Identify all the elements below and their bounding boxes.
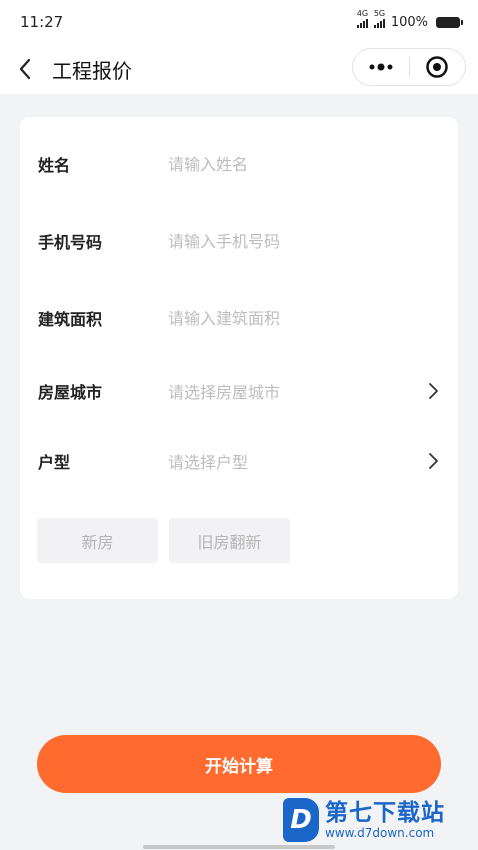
signal-4g-icon: 4G	[356, 9, 368, 28]
phone-row: 手机号码	[20, 221, 458, 261]
battery-icon	[436, 16, 463, 28]
start-calculation-button[interactable]: 开始计算	[37, 735, 441, 793]
city-select-row[interactable]: 房屋城市 请选择房屋城市	[20, 371, 458, 411]
area-input[interactable]	[168, 301, 398, 335]
city-select-placeholder: 请选择房屋城市	[168, 383, 281, 402]
watermark: D 第七下载站 www.d7down.com	[283, 798, 445, 842]
area-row: 建筑面积	[20, 298, 458, 338]
name-row: 姓名	[20, 144, 458, 184]
close-mini-program-button[interactable]	[410, 49, 466, 85]
watermark-title: 第七下载站	[325, 800, 445, 826]
area-label: 建筑面积	[38, 310, 103, 329]
quote-form-card: 姓名 手机号码 建筑面积 房屋城市 请选择房屋城市 户型 请选择户型 新房 旧房…	[20, 117, 458, 599]
back-button[interactable]	[0, 44, 50, 94]
mini-program-capsule	[352, 48, 466, 86]
name-label: 姓名	[38, 156, 71, 175]
new-house-option[interactable]: 新房	[37, 518, 158, 563]
target-circle-icon	[426, 56, 448, 78]
watermark-text: 第七下载站 www.d7down.com	[325, 800, 445, 840]
signal-5g-icon: 5G	[373, 9, 385, 28]
more-dots-icon	[369, 63, 393, 71]
layout-label: 户型	[38, 453, 71, 472]
city-label: 房屋城市	[38, 383, 103, 402]
name-input[interactable]	[168, 147, 398, 181]
battery-percent: 100%	[390, 14, 428, 30]
layout-select-row[interactable]: 户型 请选择户型	[20, 441, 458, 481]
chevron-left-icon	[19, 58, 31, 80]
watermark-url: www.d7down.com	[325, 826, 435, 840]
page-title: 工程报价	[52, 58, 132, 83]
status-time: 11:27	[20, 13, 64, 31]
nav-bar: 工程报价	[0, 44, 478, 94]
phone-input[interactable]	[168, 224, 398, 258]
status-bar: 11:27 4G 5G 100%	[0, 0, 478, 44]
layout-select-placeholder: 请选择户型	[168, 453, 249, 472]
status-indicators: 4G 5G 100%	[356, 9, 463, 30]
home-indicator[interactable]	[143, 845, 335, 849]
chevron-right-icon	[429, 453, 438, 469]
renovation-option[interactable]: 旧房翻新	[169, 518, 290, 563]
chevron-right-icon	[429, 383, 438, 399]
phone-label: 手机号码	[38, 233, 103, 252]
more-button[interactable]	[353, 49, 409, 85]
watermark-logo: D	[283, 798, 319, 842]
